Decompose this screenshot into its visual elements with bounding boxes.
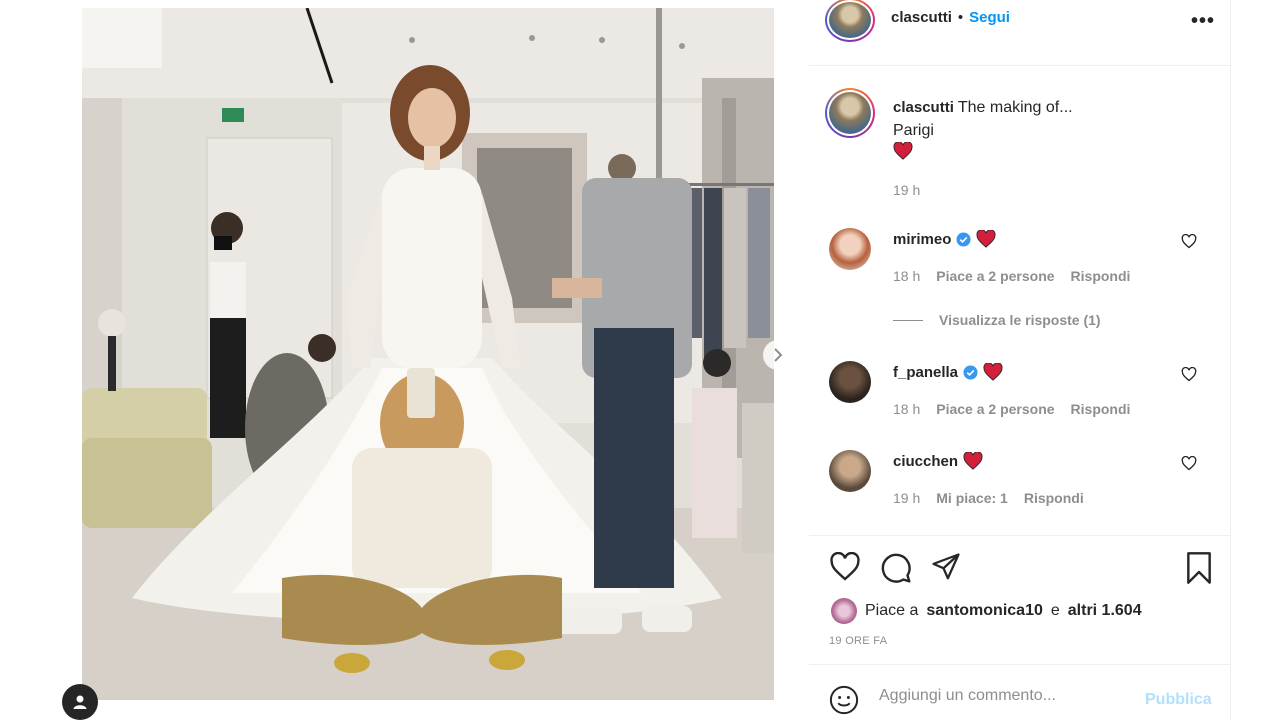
comment-heart-icon[interactable]	[1181, 456, 1197, 471]
reply-button[interactable]: Rispondi	[1071, 268, 1131, 284]
likes-user[interactable]: santomonica10	[926, 602, 1042, 620]
instagram-post-page: clascutti • Segui ••• clascutti The makin…	[0, 0, 1280, 720]
caption-text-block: clascutti The making of... Parigi 19 h	[893, 96, 1193, 202]
commenter-avatar[interactable]	[829, 361, 871, 403]
reply-button[interactable]: Rispondi	[1024, 490, 1084, 506]
chevron-right-icon	[774, 348, 783, 362]
view-replies-label: Visualizza le risposte (1)	[939, 312, 1101, 328]
heart-icon[interactable]	[829, 552, 861, 582]
comment-item: mirimeo 18 h Piace a 2 persone Rispondi	[809, 228, 1231, 308]
comment-likes[interactable]: Piace a 2 persone	[936, 401, 1054, 417]
comment-line: ciucchen	[893, 452, 983, 470]
post-header: clascutti • Segui •••	[809, 0, 1231, 66]
likes-middle: e	[1050, 602, 1060, 619]
share-icon[interactable]	[930, 552, 962, 582]
comment-meta: 18 h Piace a 2 persone Rispondi	[893, 401, 1130, 417]
caption-username[interactable]: clascutti	[893, 99, 954, 116]
heart-emoji-icon	[983, 363, 1003, 381]
emoji-icon[interactable]	[829, 685, 859, 715]
user-tag-button[interactable]	[62, 684, 98, 720]
comment-time[interactable]: 18 h	[893, 401, 920, 417]
bookmark-icon[interactable]	[1185, 552, 1213, 584]
comment-heart-icon[interactable]	[1181, 367, 1197, 382]
comment-input[interactable]	[879, 687, 1139, 705]
comment-meta: 19 h Mi piace: 1 Rispondi	[893, 490, 1084, 506]
verified-icon	[956, 231, 971, 247]
comment-meta: 18 h Piace a 2 persone Rispondi	[893, 268, 1130, 284]
comment-line: mirimeo	[893, 230, 996, 248]
publish-button[interactable]: Pubblica	[1145, 691, 1212, 709]
post-actions-bar	[809, 535, 1231, 601]
comment-likes[interactable]: Piace a 2 persone	[936, 268, 1054, 284]
comment-item: f_panella 18 h Piace a 2 persone Rispond…	[809, 361, 1231, 441]
likes-prefix: Piace a	[865, 602, 919, 619]
comment-likes[interactable]: Mi piace: 1	[936, 490, 1008, 506]
verified-icon	[963, 364, 978, 380]
liker-avatar[interactable]	[831, 598, 857, 624]
comment-composer: Pubblica	[809, 664, 1231, 720]
commenter-avatar[interactable]	[829, 228, 871, 270]
heart-emoji-icon	[976, 230, 996, 248]
author-username[interactable]: clascutti	[891, 9, 952, 26]
comment-item: ciucchen 19 h Mi piace: 1 Rispondi	[809, 450, 1231, 530]
caption-avatar[interactable]	[825, 88, 875, 138]
heart-emoji-icon	[963, 452, 983, 470]
follow-button[interactable]: Segui	[969, 9, 1010, 26]
comment-heart-icon[interactable]	[1181, 234, 1197, 249]
comment-time[interactable]: 18 h	[893, 268, 920, 284]
author-avatar[interactable]	[825, 0, 875, 42]
separator-dot: •	[957, 9, 964, 26]
heart-emoji-icon	[893, 141, 913, 160]
next-photo-button[interactable]	[763, 340, 793, 370]
post-photo[interactable]	[82, 8, 774, 700]
commenter-avatar[interactable]	[829, 450, 871, 492]
comment-line: f_panella	[893, 363, 1003, 381]
post-age[interactable]: 19 ORE FA	[829, 635, 887, 647]
likes-summary: Piace a santomonica10 e altri 1.604	[831, 598, 1142, 624]
view-replies-button[interactable]: Visualizza le risposte (1)	[893, 312, 1101, 328]
commenter-username[interactable]: ciucchen	[893, 453, 958, 470]
caption-time[interactable]: 19 h	[893, 179, 1193, 202]
post-photo-illustration	[82, 8, 774, 700]
user-tag-icon	[73, 695, 87, 709]
caption-text: The making of...	[957, 99, 1073, 116]
commenter-username[interactable]: mirimeo	[893, 231, 951, 248]
more-options-icon[interactable]: •••	[1191, 10, 1215, 33]
replies-line	[893, 319, 923, 321]
post-side-panel: clascutti • Segui ••• clascutti The makin…	[809, 0, 1231, 720]
caption-line2: Parigi	[893, 122, 934, 139]
likes-others[interactable]: altri 1.604	[1068, 602, 1142, 620]
commenter-username[interactable]: f_panella	[893, 364, 958, 381]
caption-heart-emoji	[893, 141, 1193, 167]
comment-time[interactable]: 19 h	[893, 490, 920, 506]
comment-icon[interactable]	[880, 552, 912, 584]
reply-button[interactable]: Rispondi	[1071, 401, 1131, 417]
